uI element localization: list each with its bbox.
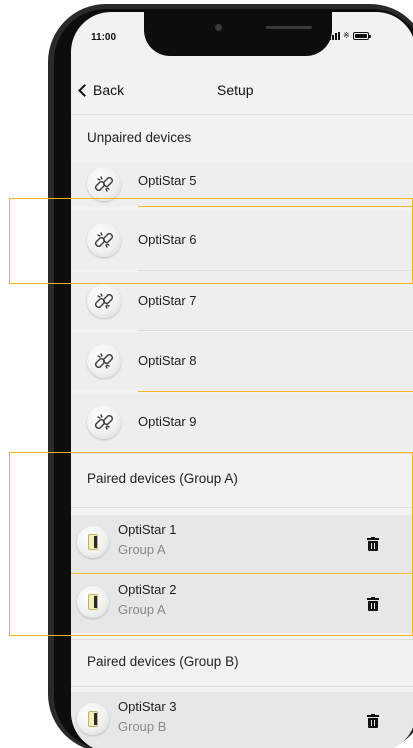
paired-group-a-header: Paired devices (Group A) <box>87 471 238 486</box>
unlink-icon <box>87 167 121 201</box>
row-separator <box>138 391 413 392</box>
status-icons: ※ <box>329 31 371 40</box>
status-time: 11:00 <box>91 32 117 43</box>
device-name: OptiStar 3 <box>118 699 177 714</box>
trash-icon[interactable] <box>367 597 379 611</box>
row-separator <box>138 330 413 331</box>
unlink-icon <box>87 223 121 257</box>
app-screen: 11:00 ※ Back Setup Unpaired devices Opti… <box>71 12 413 748</box>
list-item-paired-device[interactable]: OptiStar 1 Group A <box>71 515 413 573</box>
chevron-left-icon <box>78 83 91 97</box>
list-item-paired-device[interactable]: OptiStar 2 Group A <box>71 575 413 633</box>
page-title: Setup <box>217 82 254 98</box>
lamp-icon <box>88 534 98 550</box>
lamp-icon <box>88 594 98 610</box>
row-separator <box>138 270 413 271</box>
bluetooth-icon: ※ <box>343 31 350 40</box>
signal-icon <box>329 32 340 40</box>
list-item-unpaired-device[interactable]: OptiStar 6 <box>71 211 413 269</box>
list-item-unpaired-device[interactable]: OptiStar 8 <box>71 332 413 390</box>
back-button[interactable]: Back <box>77 82 124 98</box>
device-name: OptiStar 9 <box>138 414 197 429</box>
device-group: Group B <box>118 719 167 734</box>
battery-icon <box>352 32 371 40</box>
section-divider <box>71 453 413 454</box>
unlink-icon <box>87 405 121 439</box>
unlink-icon <box>87 284 121 318</box>
device-name: OptiStar 8 <box>138 353 197 368</box>
section-divider <box>71 639 413 640</box>
device-group: Group A <box>118 542 166 557</box>
device-name: OptiStar 1 <box>118 522 177 537</box>
device-name: OptiStar 5 <box>138 173 197 188</box>
unlink-icon <box>87 344 121 378</box>
trash-icon[interactable] <box>367 537 379 551</box>
row-separator <box>71 573 413 574</box>
device-name: OptiStar 2 <box>118 582 177 597</box>
lamp-icon <box>88 711 98 727</box>
list-item-unpaired-device[interactable]: OptiStar 5 <box>71 162 413 206</box>
device-group: Group A <box>118 602 166 617</box>
unpaired-devices-header: Unpaired devices <box>87 130 192 145</box>
device-avatar <box>77 526 109 558</box>
notch <box>144 12 332 56</box>
navigation-bar: Back Setup <box>71 74 413 115</box>
list-item-unpaired-device[interactable]: OptiStar 7 <box>71 272 413 330</box>
list-item-unpaired-device[interactable]: OptiStar 9 <box>71 393 413 451</box>
paired-group-b-header: Paired devices (Group B) <box>87 654 239 669</box>
section-divider <box>71 686 413 687</box>
back-label: Back <box>93 82 125 98</box>
row-separator <box>138 206 413 207</box>
device-avatar <box>77 703 109 735</box>
device-name: OptiStar 7 <box>138 293 197 308</box>
section-divider <box>71 507 413 508</box>
trash-icon[interactable] <box>367 714 379 728</box>
device-avatar <box>77 586 109 618</box>
nav-divider <box>71 114 413 115</box>
camera-icon <box>215 24 222 31</box>
speaker-grille <box>266 26 312 29</box>
device-name: OptiStar 6 <box>138 232 197 247</box>
list-item-paired-device[interactable]: OptiStar 3 Group B <box>71 692 413 748</box>
